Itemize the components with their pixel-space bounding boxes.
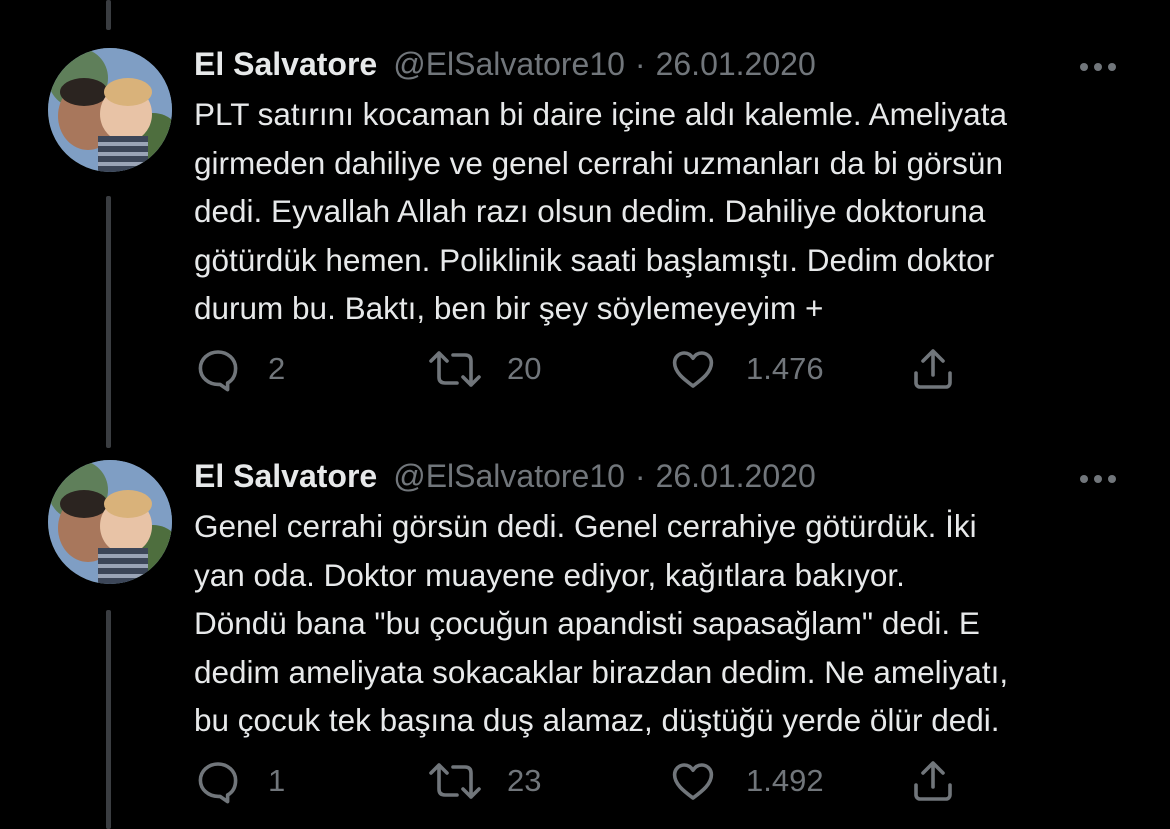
- reply-count: 1: [268, 763, 286, 798]
- tweet[interactable]: El Salvatore @ElSalvatore10 · 26.01.2020…: [0, 0, 1170, 829]
- avatar[interactable]: [48, 460, 172, 584]
- reply-button[interactable]: 1: [194, 756, 285, 806]
- author-handle[interactable]: @ElSalvatore10: [393, 458, 625, 495]
- tweet-header: El Salvatore @ElSalvatore10 · 26.01.2020: [194, 458, 816, 498]
- more-options-icon[interactable]: [1080, 475, 1116, 483]
- retweet-button[interactable]: 23: [427, 756, 541, 806]
- tweet-text: Genel cerrahi görsün dedi. Genel cerrahi…: [194, 502, 1134, 745]
- author-name[interactable]: El Salvatore: [194, 458, 377, 495]
- tweet-text-line: dedim ameliyata sokacaklar birazdan dedi…: [194, 653, 1009, 690]
- like-button[interactable]: 1.492: [668, 756, 824, 806]
- tweet-text-line: Genel cerrahi görsün dedi. Genel cerrahi…: [194, 508, 977, 544]
- tweet-text-line: yan oda. Doktor muayene ediyor, kağıtlar…: [194, 556, 905, 593]
- tweet-date[interactable]: 26.01.2020: [656, 458, 816, 495]
- share-icon: [914, 761, 952, 801]
- tweet-text-line: bu çocuk tek başına duş alamaz, düştüğü …: [194, 702, 1000, 738]
- separator: ·: [634, 458, 646, 494]
- tweet-actions: 1 23 1.492: [194, 756, 974, 806]
- like-icon: [672, 763, 714, 800]
- reply-icon: [198, 762, 238, 804]
- like-count: 1.492: [746, 763, 824, 798]
- share-button[interactable]: [908, 756, 958, 806]
- retweet-icon: [429, 763, 481, 799]
- tweet-text-line: Döndü bana "bu çocuğun apandisti sapasağ…: [194, 605, 980, 641]
- retweet-count: 23: [507, 763, 542, 798]
